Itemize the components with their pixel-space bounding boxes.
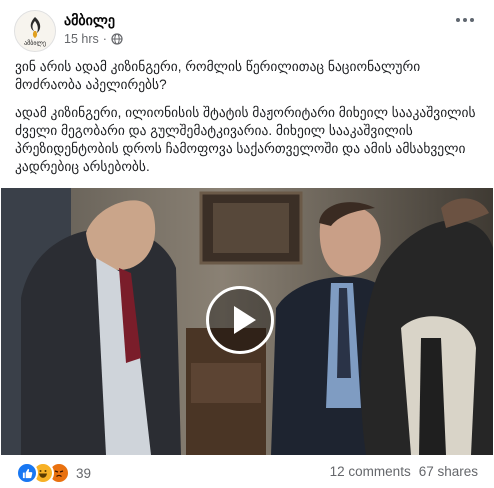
video-player[interactable] [1,188,493,455]
post-meta: 15 hrs · [64,32,123,46]
reaction-count: 39 [76,465,92,481]
play-button[interactable] [206,286,274,354]
post-paragraph-question: ვინ არის ადამ კიზინგერი, რომლის წერილითა… [15,59,421,92]
meta-separator: · [102,32,107,46]
post-text: ვინ არის ადამ კიზინგერი, რომლის წერილითა… [15,58,481,186]
post-header: ამბილე ამბილე 15 hrs · [12,10,482,52]
globe-icon[interactable] [111,33,123,45]
like-icon [16,462,38,484]
post-footer: 39 12 comments 67 shares [12,462,482,484]
reactions-summary[interactable]: 39 [16,462,91,484]
more-options-button[interactable] [450,10,480,30]
post-timestamp[interactable]: 15 hrs [64,32,99,46]
page-name-link[interactable]: ამბილე [64,12,115,29]
engagement-stats: 12 comments 67 shares [330,464,478,479]
svg-text:ამბილე: ამბილე [24,40,46,47]
comments-count-link[interactable]: 12 comments [330,464,411,479]
avatar-logo-icon: ამბილე [15,11,55,51]
post-paragraph-body: ადამ კიზინგერი, ილიონისის შტატის მაჟორიტ… [15,105,476,174]
more-horizontal-icon [456,18,474,22]
facebook-post: ამბილე ამბილე 15 hrs · ვინ არის ადამ კიზ… [0,0,494,488]
page-avatar[interactable]: ამბილე [14,10,56,52]
shares-count-link[interactable]: 67 shares [419,464,478,479]
